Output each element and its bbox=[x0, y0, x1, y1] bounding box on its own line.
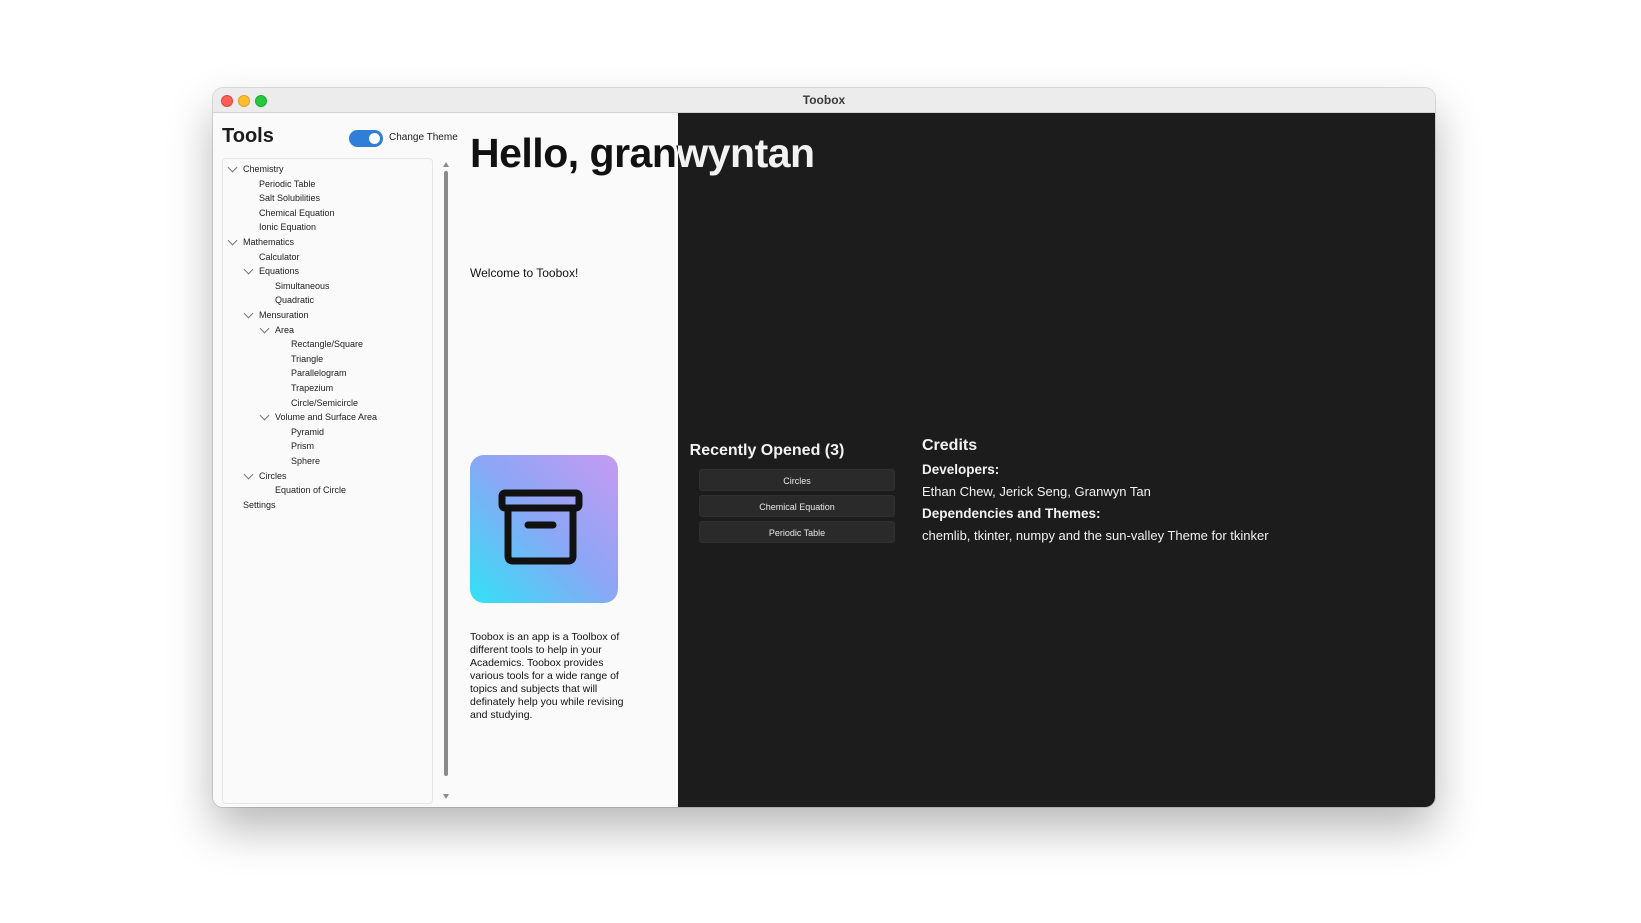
greeting-heading-dark: Hello, granwyntan bbox=[678, 130, 815, 176]
greeting-light-part: Hello, granwyntan bbox=[213, 88, 678, 807]
app-window: Toobox Tools Change Theme Chemistry Perio… bbox=[213, 88, 1435, 807]
greeting-dark-part: Hello, granwyntan bbox=[678, 88, 1435, 807]
greeting-heading: Hello, granwyntan bbox=[470, 130, 678, 176]
